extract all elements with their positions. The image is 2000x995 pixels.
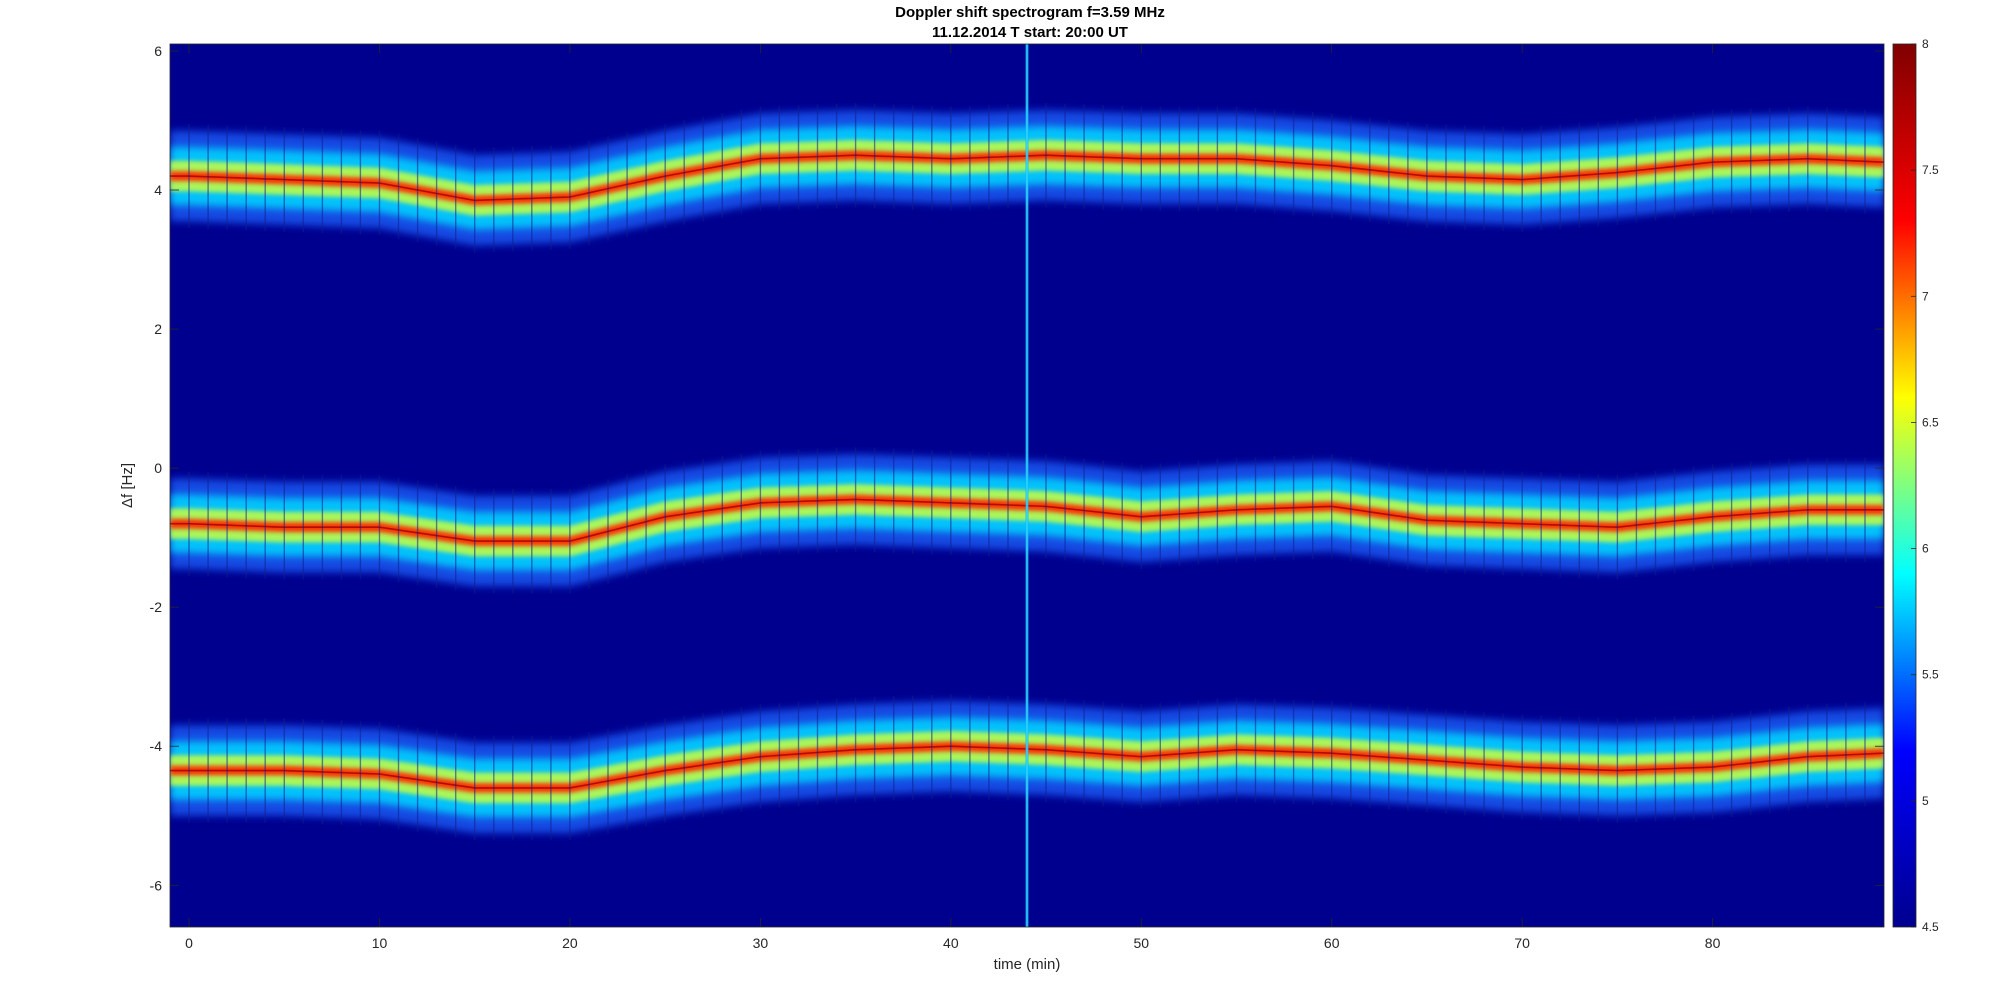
x-tick-label: 70 (1514, 935, 1530, 951)
y-tick-label: 0 (154, 460, 162, 476)
colorbar-tick-label: 7 (1922, 289, 1929, 303)
colorbar-tick-label: 4.5 (1922, 920, 1939, 934)
colorbar-tick-label: 5 (1922, 794, 1929, 808)
x-tick-label: 80 (1705, 935, 1721, 951)
colorbar-tick-label: 5.5 (1922, 668, 1939, 682)
y-tick-label: 2 (154, 321, 162, 337)
colorbar-tick-label: 8 (1922, 37, 1929, 51)
y-axis-label: Δf [Hz] (119, 463, 136, 508)
colorbar (1892, 43, 1917, 928)
x-tick-label: 50 (1133, 935, 1149, 951)
x-tick-label: 30 (753, 935, 769, 951)
x-tick-label: 0 (185, 935, 193, 951)
y-tick-label: -2 (150, 599, 163, 615)
colorbar-tick-label: 6 (1922, 542, 1929, 556)
colorbar-tick-label: 6.5 (1922, 415, 1939, 429)
y-tick-label: -4 (150, 738, 163, 754)
y-tick-label: 6 (154, 43, 162, 59)
x-tick-label: 10 (372, 935, 388, 951)
figure: Doppler shift spectrogram f=3.59 MHz 11.… (0, 0, 2000, 995)
colorbar-tick-label: 7.5 (1922, 163, 1939, 177)
spectrogram-chart: 0 10 20 30 40 50 60 70 80 -6-4-20246 time (min) … (119, 37, 1939, 973)
x-tick-label: 60 (1324, 935, 1340, 951)
y-tick-label: 4 (154, 182, 162, 198)
x-tick-label: 20 (562, 935, 578, 951)
x-axis-label: time (min) (994, 956, 1061, 973)
y-tick-label: -6 (150, 877, 163, 893)
x-tick-label: 40 (943, 935, 959, 951)
